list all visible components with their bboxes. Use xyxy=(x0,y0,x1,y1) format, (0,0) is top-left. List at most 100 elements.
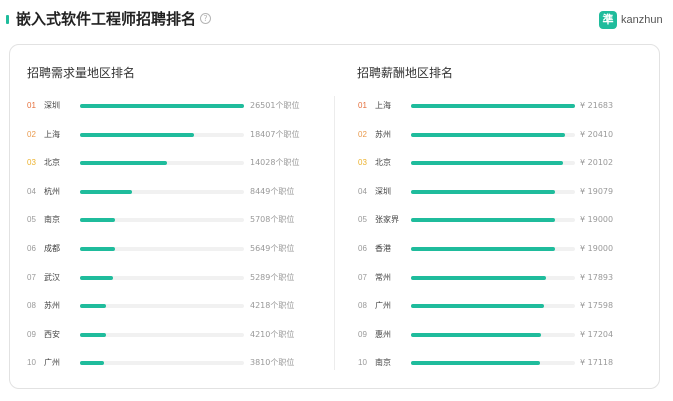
rank-number: 02 xyxy=(358,129,367,139)
logo-mark: 準 xyxy=(599,11,617,29)
rank-number: 03 xyxy=(27,158,36,168)
value-label: ¥ 19079 xyxy=(580,186,614,196)
bar-track xyxy=(80,218,244,223)
ranking-row[interactable]: 08 苏州 4218个职位 xyxy=(27,299,317,315)
value-label: ¥ 21683 xyxy=(580,101,614,110)
bar-track xyxy=(411,275,575,280)
value-label: ¥ 17598 xyxy=(580,301,614,311)
bar-fill xyxy=(411,104,575,108)
panel-divider xyxy=(334,96,335,370)
ranking-row[interactable]: 01 深圳 26501个职位 xyxy=(27,99,317,115)
title-accent-bar xyxy=(6,15,9,24)
bar-track xyxy=(411,304,575,309)
value-label: ¥ 19000 xyxy=(580,244,614,253)
ranking-row[interactable]: 04 杭州 8449个职位 xyxy=(27,185,317,201)
bar-fill xyxy=(80,304,106,309)
bar-fill xyxy=(411,247,555,251)
ranking-row[interactable]: 01 上海 ¥ 21683 xyxy=(358,99,648,115)
bar-fill xyxy=(80,132,194,137)
city-name: 广州 xyxy=(44,358,60,368)
ranking-row[interactable]: 08 广州 ¥ 17598 xyxy=(358,299,648,315)
kanzhun-logo[interactable]: 準 kanzhun xyxy=(599,10,663,30)
ranking-row[interactable]: 03 北京 14028个职位 xyxy=(27,156,317,172)
ranking-row[interactable]: 06 成都 5649个职位 xyxy=(27,242,317,258)
rank-number: 01 xyxy=(358,101,367,110)
bar-fill xyxy=(80,361,104,366)
bar-track xyxy=(411,161,575,166)
value-label: ¥ 17118 xyxy=(580,358,614,368)
city-name: 北京 xyxy=(375,158,391,168)
bar-track xyxy=(411,189,575,194)
city-name: 常州 xyxy=(375,272,391,282)
rank-number: 05 xyxy=(358,215,367,225)
city-name: 惠州 xyxy=(375,329,391,339)
rank-number: 09 xyxy=(358,329,367,339)
city-name: 上海 xyxy=(44,129,60,139)
rank-number: 08 xyxy=(358,301,367,311)
rank-number: 05 xyxy=(27,215,36,225)
rank-number: 07 xyxy=(358,272,367,282)
bar-fill xyxy=(411,218,555,223)
info-circle-icon[interactable]: ? xyxy=(200,13,211,24)
value-label: 3810个职位 xyxy=(250,358,295,368)
bar-fill xyxy=(80,104,244,108)
city-name: 上海 xyxy=(375,101,391,110)
ranking-row[interactable]: 09 惠州 ¥ 17204 xyxy=(358,328,648,344)
ranking-row[interactable]: 07 常州 ¥ 17893 xyxy=(358,271,648,287)
ranking-row[interactable]: 10 南京 ¥ 17118 xyxy=(358,356,648,372)
ranking-row[interactable]: 07 武汉 5289个职位 xyxy=(27,271,317,287)
bar-track xyxy=(80,189,244,194)
ranking-row[interactable]: 05 张家界 ¥ 19000 xyxy=(358,213,648,229)
bar-fill xyxy=(411,275,546,280)
city-name: 成都 xyxy=(44,244,60,253)
ranking-row[interactable]: 05 南京 5708个职位 xyxy=(27,213,317,229)
logo-text: kanzhun xyxy=(621,14,663,26)
rank-number: 04 xyxy=(358,186,367,196)
ranking-row[interactable]: 06 香港 ¥ 19000 xyxy=(358,242,648,258)
bar-track xyxy=(411,132,575,137)
city-name: 武汉 xyxy=(44,272,60,282)
bar-track xyxy=(80,361,244,366)
ranking-row[interactable]: 04 深圳 ¥ 19079 xyxy=(358,185,648,201)
bar-track xyxy=(80,104,244,108)
page-title: 嵌入式软件工程师招聘排名 xyxy=(16,10,197,28)
salary-panel-title: 招聘薪酬地区排名 xyxy=(357,66,454,80)
bar-fill xyxy=(80,275,113,280)
ranking-row[interactable]: 03 北京 ¥ 20102 xyxy=(358,156,648,172)
rank-number: 10 xyxy=(358,358,367,368)
rank-number: 09 xyxy=(27,329,36,339)
city-name: 杭州 xyxy=(44,186,60,196)
city-name: 西安 xyxy=(44,329,60,339)
bar-track xyxy=(411,218,575,223)
rank-number: 02 xyxy=(27,129,36,139)
city-name: 南京 xyxy=(375,358,391,368)
bar-track xyxy=(80,304,244,309)
value-label: 8449个职位 xyxy=(250,186,295,196)
rank-number: 10 xyxy=(27,358,36,368)
bar-fill xyxy=(80,189,132,194)
demand-panel-title: 招聘需求量地区排名 xyxy=(27,66,136,80)
city-name: 深圳 xyxy=(44,101,60,110)
value-label: ¥ 19000 xyxy=(580,215,614,225)
bar-track xyxy=(411,247,575,251)
bar-fill xyxy=(411,189,555,194)
rank-number: 08 xyxy=(27,301,36,311)
ranking-row[interactable]: 10 广州 3810个职位 xyxy=(27,356,317,372)
bar-fill xyxy=(80,218,115,223)
ranking-row[interactable]: 02 苏州 ¥ 20410 xyxy=(358,128,648,144)
header: 嵌入式软件工程师招聘排名 ? 準 kanzhun xyxy=(0,0,673,40)
bar-fill xyxy=(411,332,541,337)
city-name: 苏州 xyxy=(44,301,60,311)
rank-number: 03 xyxy=(358,158,367,168)
bar-track xyxy=(80,247,244,251)
city-name: 深圳 xyxy=(375,186,391,196)
bar-track xyxy=(80,132,244,137)
ranking-row[interactable]: 09 西安 4210个职位 xyxy=(27,328,317,344)
city-name: 广州 xyxy=(375,301,391,311)
ranking-row[interactable]: 02 上海 18407个职位 xyxy=(27,128,317,144)
bar-fill xyxy=(411,132,565,137)
value-label: ¥ 20102 xyxy=(580,158,614,168)
bar-fill xyxy=(80,161,167,166)
value-label: ¥ 17893 xyxy=(580,272,614,282)
city-name: 北京 xyxy=(44,158,60,168)
